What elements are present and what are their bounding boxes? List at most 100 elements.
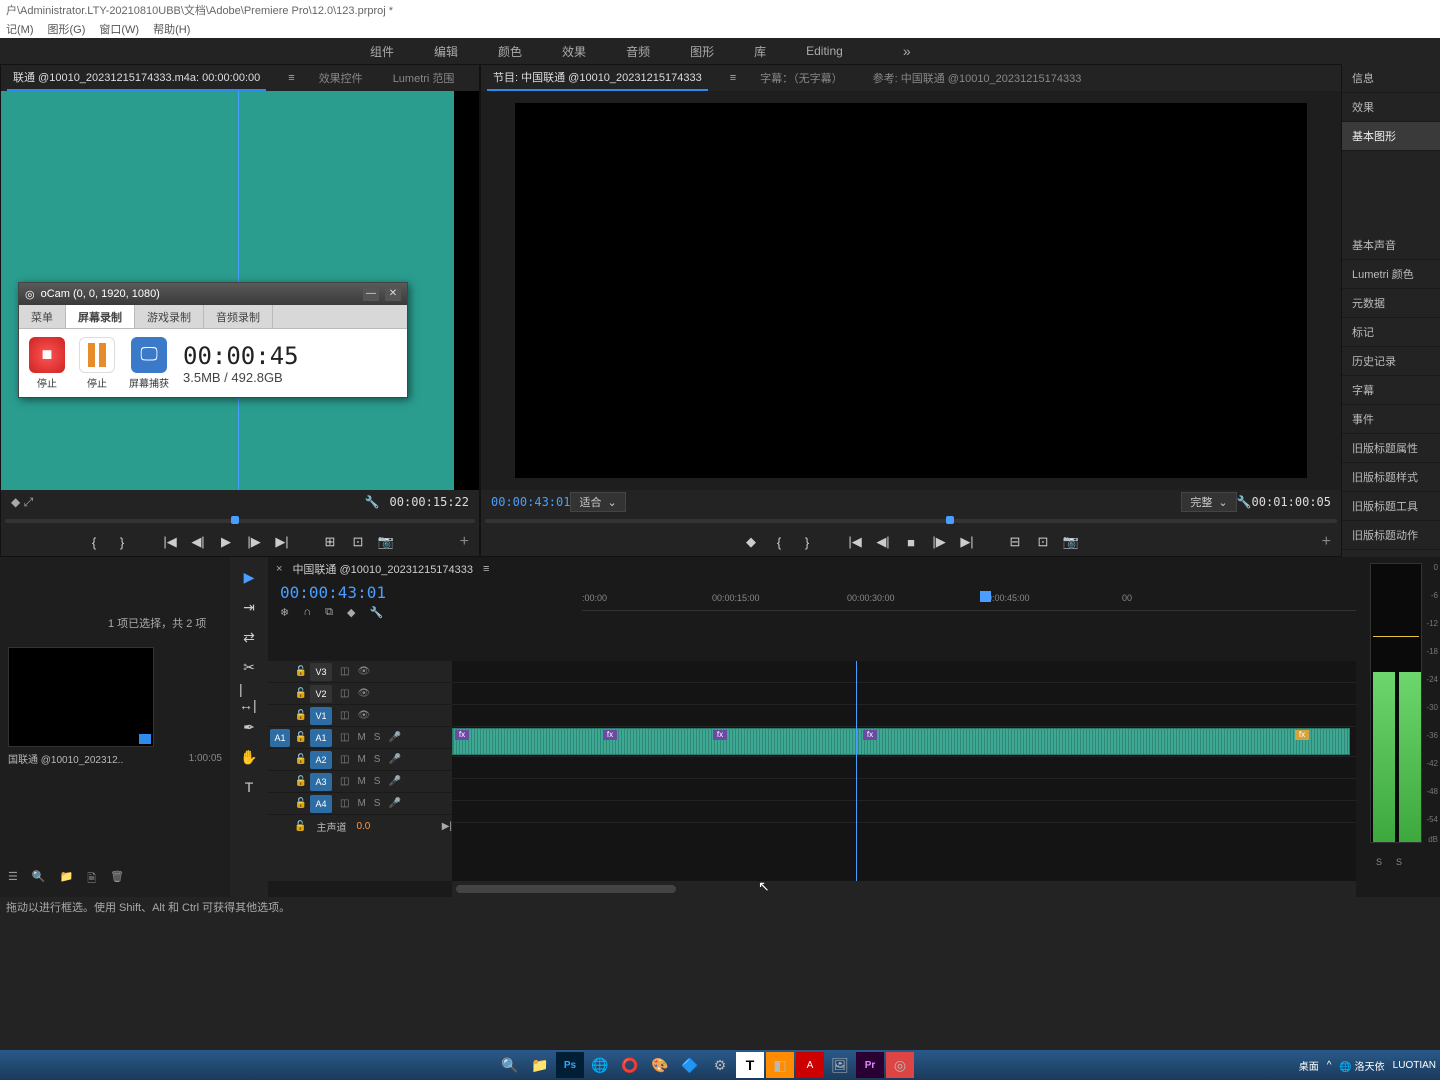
goto-out-icon[interactable]: ▶| [960,535,974,549]
taskbar-app-icon[interactable]: 🖼 [826,1052,854,1078]
hand-tool-icon[interactable]: ✋ [239,747,259,767]
eye-icon[interactable]: 👁 [357,710,370,721]
mic-icon[interactable]: 🎤 [388,776,400,787]
lock-icon[interactable]: 🔓 [292,666,310,677]
toggle-output-icon[interactable]: ◫ [340,688,349,699]
lock-icon[interactable]: 🔓 [292,754,310,765]
ocam-tab-screen[interactable]: 屏幕录制 [66,305,135,328]
ocam-pause-button[interactable]: 停止 [79,337,115,390]
ocam-stop-button[interactable]: ■停止 [29,337,65,390]
wrench-icon[interactable]: 🔧 [1237,495,1252,509]
type-tool-icon[interactable]: T [239,777,259,797]
ripple-tool-icon[interactable]: ⇄ [239,627,259,647]
extract-icon[interactable]: ⊡ [1036,535,1050,549]
mark-in-icon[interactable]: { [87,535,101,549]
ocam-tab-menu[interactable]: 菜单 [19,305,66,328]
timeline-hscroll[interactable] [452,881,1356,897]
playhead-icon[interactable] [980,591,991,602]
track-v3[interactable]: V3 [310,663,332,681]
ocam-tab-game[interactable]: 游戏录制 [135,305,204,328]
reference-tab[interactable]: 参考: 中国联通 @10010_20231215174333 [867,66,1088,90]
eye-icon[interactable]: 👁 [357,666,370,677]
solo-button[interactable]: S [374,798,381,809]
snap-icon[interactable]: ❄ [280,606,289,619]
slip-tool-icon[interactable]: |↔| [239,687,259,707]
export-frame-icon[interactable]: 📷 [1064,535,1078,549]
ocam-tab-audio[interactable]: 音频录制 [204,305,273,328]
solo-button[interactable]: S [374,754,381,765]
track-area[interactable]: fx fx fx fx fx [452,661,1356,881]
goto-in-icon[interactable]: |◀ [848,535,862,549]
lift-icon[interactable]: ⊟ [1008,535,1022,549]
timeline-playhead[interactable] [856,661,857,881]
taskbar-edge-icon[interactable]: 🌐 [586,1052,614,1078]
panel-history[interactable]: 历史记录 [1342,347,1440,376]
program-view[interactable] [481,91,1341,490]
panel-legacy-title-actions[interactable]: 旧版标题动作 [1342,521,1440,550]
new-item-icon[interactable]: 🗎 [87,870,96,889]
add-button-icon[interactable]: + [1322,533,1331,551]
mute-button[interactable]: M [357,798,365,809]
search-icon[interactable]: 🔍 [32,870,46,889]
mic-icon[interactable]: 🎤 [388,732,400,743]
panel-markers[interactable]: 标记 [1342,318,1440,347]
taskbar-explorer-icon[interactable]: 📁 [526,1052,554,1078]
panel-essential-sound[interactable]: 基本声音 [1342,231,1440,260]
toggle-output-icon[interactable]: ◫ [340,798,349,809]
overwrite-icon[interactable]: ⊡ [351,535,365,549]
add-button-icon[interactable]: + [460,533,469,551]
ws-editing[interactable]: 编辑 [434,43,458,60]
razor-tool-icon[interactable]: ✂ [239,657,259,677]
solo-button[interactable]: S [374,732,381,743]
panel-lumetri[interactable]: Lumetri 颜色 [1342,260,1440,289]
step-fwd-icon[interactable]: |▶ [932,535,946,549]
lock-icon[interactable]: 🔓 [292,732,310,743]
mute-button[interactable]: M [357,732,365,743]
master-value[interactable]: 0.0 [356,821,370,832]
taskbar-ps-icon[interactable]: Ps [556,1052,584,1078]
panel-legacy-title-styles[interactable]: 旧版标题样式 [1342,463,1440,492]
goto-end-icon[interactable]: ▶| [442,821,452,832]
menu-mark[interactable]: 记(M) [6,21,34,36]
source-marker-icon[interactable]: ◆ ⤢ [11,495,33,510]
close-icon[interactable]: × [276,563,282,575]
selection-tool-icon[interactable]: ▶ [239,567,259,587]
step-fwd-icon[interactable]: |▶ [247,535,261,549]
lock-icon[interactable]: 🔓 [292,798,310,809]
track-a2[interactable]: A2 [310,751,332,769]
taskbar-app-icon[interactable]: ⭕ [616,1052,644,1078]
src-patch-a1[interactable]: A1 [270,729,290,747]
panel-metadata[interactable]: 元数据 [1342,289,1440,318]
timeline-ruler[interactable]: :00:00 00:00:15:00 00:00:30:00 00:00:45:… [582,591,1356,611]
sequence-name[interactable]: 中国联通 @10010_20231215174333 [292,561,473,577]
ws-library[interactable]: 库 [754,43,766,60]
stop-icon[interactable]: ■ [904,535,918,549]
panel-legacy-title-tools[interactable]: 旧版标题工具 [1342,492,1440,521]
tab-menu-icon[interactable]: ≡ [483,563,489,575]
mark-out-icon[interactable]: } [800,535,814,549]
ws-editing-en[interactable]: Editing [806,44,843,58]
master-track[interactable]: 主声道 [316,819,346,834]
source-tab[interactable]: 联通 @10010_20231215174333.m4a: 00:00:00:0… [7,65,266,91]
audio-clip[interactable]: fx fx fx fx fx [452,728,1350,755]
track-select-tool-icon[interactable]: ⇥ [239,597,259,617]
ocam-capture-button[interactable]: 🖵屏幕捕获 [129,337,169,390]
taskbar-app-icon[interactable]: 🔷 [676,1052,704,1078]
tray-chevron-icon[interactable]: ^ [1327,1060,1332,1071]
quality-select[interactable]: 完整 ⌄ [1181,492,1236,512]
menu-window[interactable]: 窗口(W) [99,21,139,36]
program-tab[interactable]: 节目: 中国联通 @10010_20231215174333 [487,65,708,91]
track-a3[interactable]: A3 [310,773,332,791]
track-v2[interactable]: V2 [310,685,332,703]
mark-out-icon[interactable]: } [115,535,129,549]
trash-icon[interactable]: 🗑 [110,870,124,889]
mic-icon[interactable]: 🎤 [388,798,400,809]
tab-menu-icon[interactable]: ≡ [730,72,736,84]
menu-graphics[interactable]: 图形(G) [48,21,86,36]
new-bin-icon[interactable]: 📁 [60,870,74,889]
tray-desktop[interactable]: 桌面 [1299,1058,1319,1073]
minimize-button[interactable]: — [363,287,379,301]
toggle-output-icon[interactable]: ◫ [340,710,349,721]
ocam-window[interactable]: ◎ oCam (0, 0, 1920, 1080) — ✕ 菜单 屏幕录制 游戏… [18,282,408,398]
mic-icon[interactable]: 🎤 [388,754,400,765]
